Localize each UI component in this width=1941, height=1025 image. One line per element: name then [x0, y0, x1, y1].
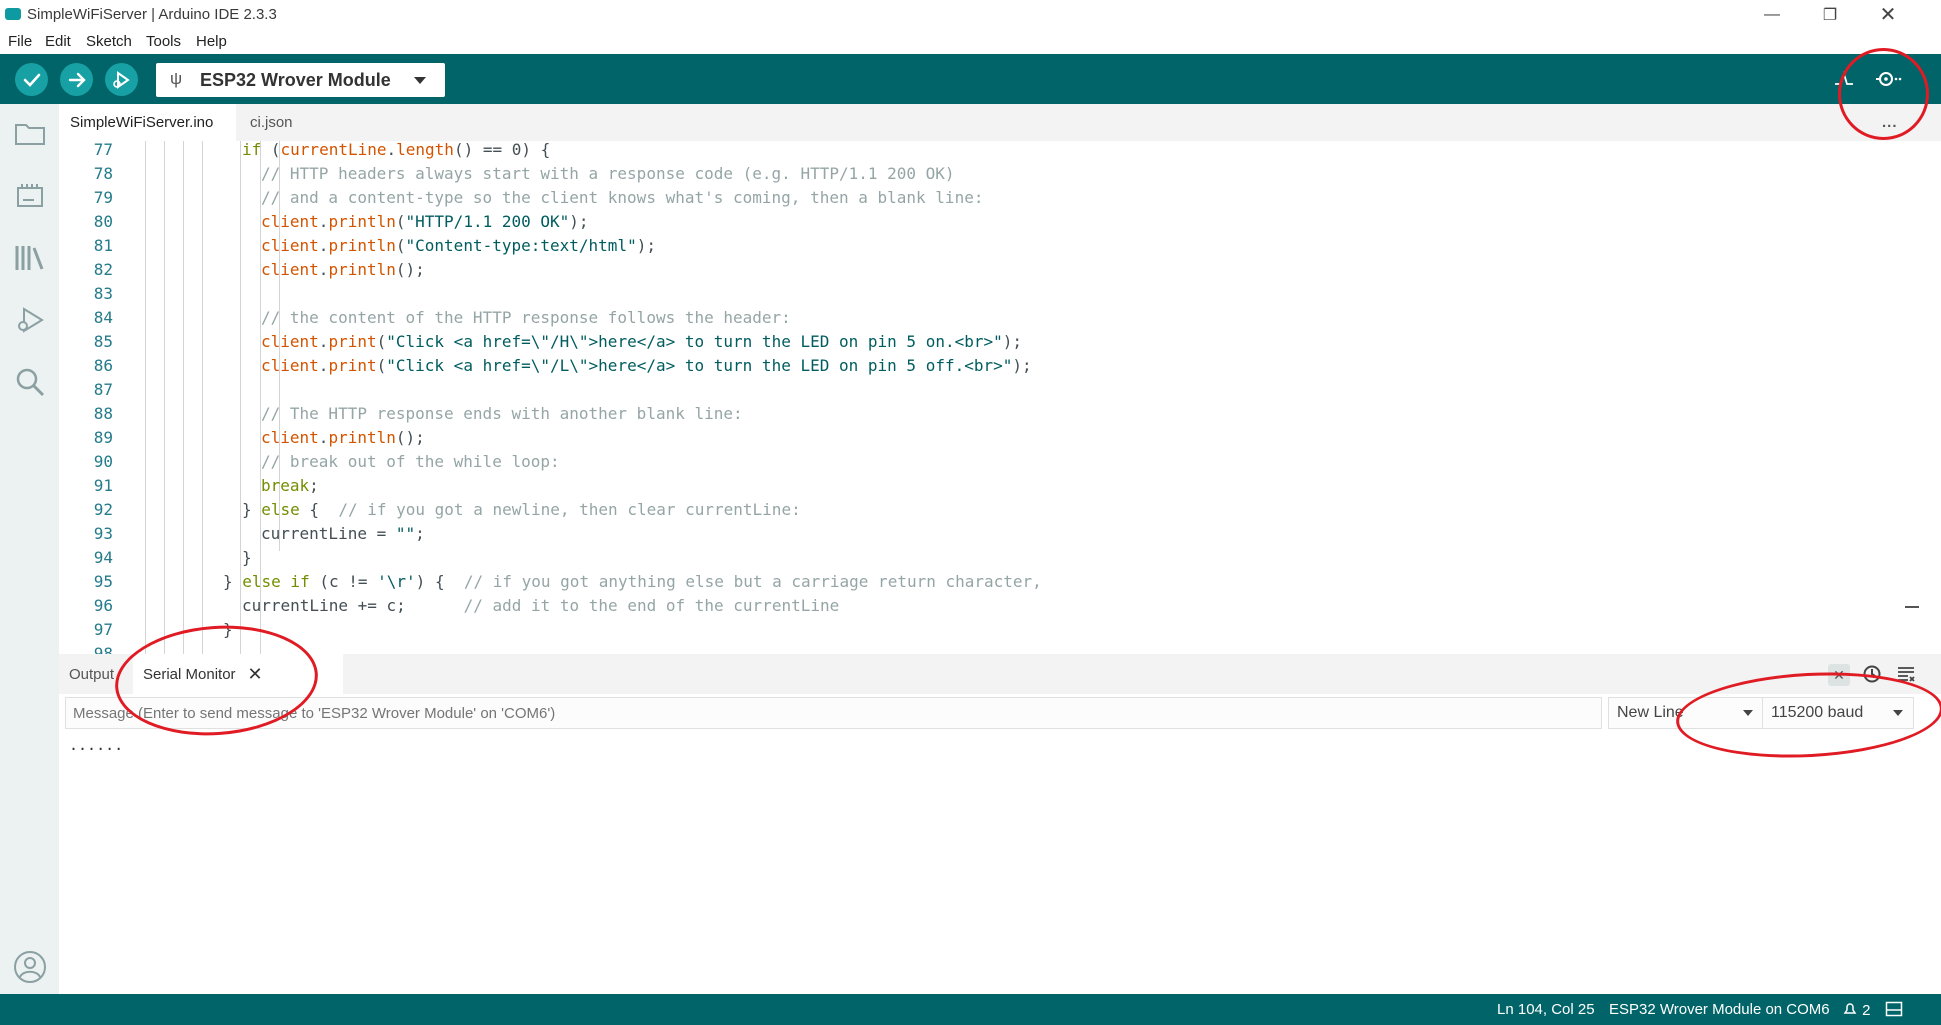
debug-icon: [112, 70, 130, 89]
code-line: 89 client.println();: [93, 428, 425, 447]
upload-button[interactable]: [60, 63, 93, 96]
code-line: 87: [93, 380, 113, 399]
more-actions-icon[interactable]: ...: [1882, 104, 1898, 141]
code-line: 91 break;: [93, 476, 319, 495]
code-line: 86 client.print("Click <a href=\"/L\">her…: [93, 356, 1032, 375]
serial-output-text: ......: [69, 736, 124, 754]
code-line: 78// HTTP headers always start with a re…: [93, 164, 955, 183]
notification-count: 2: [1862, 1002, 1871, 1019]
code-line: 84// the content of the HTTP response fo…: [93, 308, 791, 327]
serial-plotter-icon: [1835, 70, 1853, 85]
code-line: 96 currentLine += c; // add it to the end…: [93, 596, 840, 615]
menu-tools[interactable]: Tools: [146, 33, 181, 50]
menu-file[interactable]: File: [8, 33, 32, 50]
debug-icon[interactable]: [12, 302, 48, 338]
code-line: 92} else { // if you got a newline, then…: [93, 500, 801, 519]
code-line: 85 client.print("Click <a href=\"/H\">her…: [93, 332, 1023, 351]
tab-simplewifiserver[interactable]: SimpleWiFiServer.ino: [59, 104, 236, 141]
debug-button[interactable]: [105, 63, 138, 96]
chevron-down-icon: [414, 77, 426, 84]
tab-label: SimpleWiFiServer.ino: [70, 114, 214, 131]
tab-label: ci.json: [250, 114, 293, 131]
folder-icon[interactable]: [12, 116, 48, 152]
menu-help[interactable]: Help: [196, 33, 227, 50]
serial-monitor-toolbar: New Line 115200 baud: [59, 694, 1941, 732]
code-line: 90// break out of the while loop:: [93, 452, 560, 471]
chevron-down-icon: [1893, 710, 1903, 716]
line-ending-select[interactable]: New Line: [1608, 697, 1764, 729]
library-icon[interactable]: [12, 240, 48, 276]
code-line: 95} else if (c != '\r') { // if you got …: [93, 572, 1042, 591]
menu-bar: File Edit Sketch Tools Help: [0, 29, 1941, 54]
search-icon[interactable]: [12, 364, 48, 400]
serial-monitor-icon: [1876, 72, 1902, 86]
code-line: 80 client.println("HTTP/1.1 200 OK");: [93, 212, 589, 231]
code-editor[interactable]: 77 if (currentLine.length() == 0) { 78// …: [59, 141, 1905, 654]
message-input[interactable]: [65, 697, 1602, 729]
title-bar: SimpleWiFiServer | Arduino IDE 2.3.3 — ❐…: [0, 0, 1941, 29]
activity-sidebar: [0, 104, 59, 994]
code-line: 82 client.println();: [93, 260, 425, 279]
arrow-right-icon: [68, 72, 86, 87]
tab-label: Serial Monitor: [143, 665, 236, 683]
code-line: 98: [93, 644, 113, 654]
cursor-position[interactable]: Ln 104, Col 25: [1497, 1001, 1595, 1018]
code-line: 97}: [93, 620, 233, 639]
serial-monitor-button[interactable]: [1873, 64, 1903, 94]
serial-plotter-button[interactable]: [1829, 64, 1859, 94]
board-port-status[interactable]: ESP32 Wrover Module on COM6: [1609, 1001, 1830, 1018]
bell-icon: [1843, 1003, 1857, 1014]
code-line: 83: [93, 284, 113, 303]
code-line: 88// The HTTP response ends with another…: [93, 404, 743, 423]
board-name: ESP32 Wrover Module: [200, 70, 391, 90]
chevron-down-icon: [1743, 710, 1753, 716]
window-title: SimpleWiFiServer | Arduino IDE 2.3.3: [27, 6, 277, 23]
tab-output[interactable]: Output: [69, 654, 129, 694]
code-line: 77 if (currentLine.length() == 0) {: [93, 141, 551, 159]
serial-monitor-output[interactable]: ......: [59, 732, 1941, 994]
timestamp-clock-icon[interactable]: [1862, 664, 1884, 686]
status-bar: Ln 104, Col 25 ESP32 Wrover Module on CO…: [0, 994, 1941, 1025]
tab-ci-json[interactable]: ci.json: [241, 104, 311, 141]
menu-edit[interactable]: Edit: [45, 33, 71, 50]
editor-tabs: SimpleWiFiServer.ino ci.json ...: [59, 104, 1941, 141]
menu-sketch[interactable]: Sketch: [86, 33, 132, 50]
tab-serial-monitor[interactable]: Serial Monitor ✕: [133, 654, 343, 694]
close-icon[interactable]: ✕: [248, 664, 263, 685]
clear-output-icon[interactable]: [1896, 664, 1918, 686]
board-manager-icon[interactable]: [12, 178, 48, 214]
line-ending-value: New Line: [1617, 704, 1684, 721]
check-icon: [23, 73, 40, 87]
baud-rate-value: 115200 baud: [1771, 704, 1864, 721]
panel-toggle-icon[interactable]: [1885, 1000, 1903, 1022]
close-icon[interactable]: ✕: [1859, 0, 1917, 29]
arduino-logo-icon: [5, 8, 21, 20]
code-line: 93 currentLine = "";: [93, 524, 425, 543]
tab-label: Output: [69, 665, 115, 683]
minimize-icon[interactable]: —: [1743, 0, 1801, 29]
code-line: 94}: [93, 548, 252, 567]
panel-tabs: Output Serial Monitor ✕ ✕: [59, 654, 1941, 694]
baud-rate-select[interactable]: 115200 baud: [1762, 697, 1914, 729]
notifications[interactable]: 2: [1842, 1001, 1871, 1019]
code-line: 81 client.println("Content-type:text/html…: [93, 236, 656, 255]
restore-icon[interactable]: ❐: [1801, 0, 1859, 29]
account-icon[interactable]: [12, 949, 48, 985]
verify-button[interactable]: [15, 63, 48, 96]
toolbar: ψ ESP32 Wrover Module: [0, 54, 1941, 104]
board-selector[interactable]: ψ ESP32 Wrover Module: [156, 63, 445, 97]
scroll-marker: [1905, 606, 1919, 608]
code-line: 79// and a content-type so the client kn…: [93, 188, 984, 207]
editor-scrollbar[interactable]: [1905, 141, 1941, 654]
usb-icon: ψ: [170, 69, 183, 88]
close-icon[interactable]: ✕: [1828, 664, 1850, 686]
